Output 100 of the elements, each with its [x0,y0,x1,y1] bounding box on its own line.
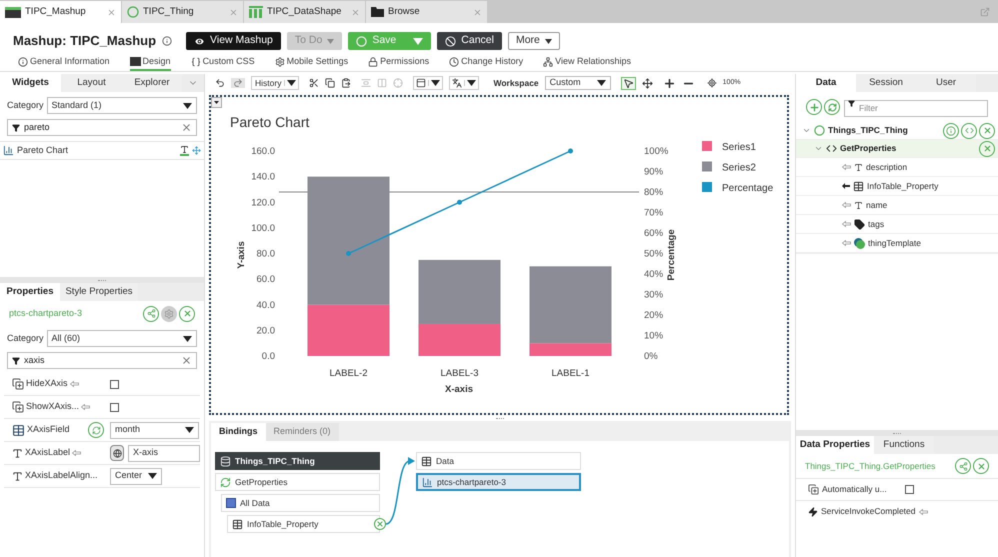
checkbox[interactable] [905,485,914,494]
filter-field[interactable]: Filter [844,100,988,116]
point [457,200,462,205]
paste-icon[interactable] [341,78,352,88]
close-icon[interactable] [979,122,995,138]
panel-tab[interactable]: Bindings [211,423,266,441]
binding-target-node[interactable]: ptcs-chartpareto-3 [416,473,581,491]
dropdown-field[interactable]: All (60) [46,330,197,347]
toolbar-button[interactable]: View Mashup [186,32,281,50]
dropdown-field[interactable]: month [110,422,199,438]
text-field[interactable]: X-axis [128,444,200,462]
arrow-icon [81,404,90,410]
history-dropdown[interactable]: History [251,76,300,90]
help-icon[interactable] [162,36,172,46]
toolbar-button[interactable]: More [508,32,560,50]
binding-source-node[interactable]: Things_TIPC_Thing [215,452,380,470]
dropdown-field[interactable]: Custom [544,76,611,90]
property-label: XAxisLabel [25,446,70,460]
refresh-icon[interactable] [88,422,104,438]
close-icon[interactable] [473,8,482,16]
nav-tab[interactable]: Change History [449,56,524,71]
clear-icon[interactable] [181,122,192,133]
close-icon[interactable] [979,140,995,156]
binding-source-node[interactable]: InfoTable_Property [227,515,380,533]
binding-source-node[interactable]: GetProperties [215,473,380,491]
panel-tab[interactable]: Data Properties [796,436,874,454]
close-icon[interactable] [107,8,116,16]
table-icon [853,180,864,192]
dropdown-field[interactable]: Center [110,468,162,484]
columns-icon[interactable] [377,78,388,88]
bindable-icon [12,378,24,390]
panel-tab[interactable]: Properties [0,283,60,301]
pan-icon[interactable] [642,78,653,88]
close-icon[interactable] [973,458,989,474]
copy-icon[interactable] [325,78,336,88]
axis-tick-label: 40% [644,269,664,280]
nav-tab[interactable]: Design [130,56,171,71]
info-icon[interactable] [943,122,959,138]
tree-row[interactable]: Things_TIPC_Thing [796,122,998,140]
move-icon[interactable] [192,146,201,155]
nav-tab[interactable]: Permissions [368,56,430,71]
bindable-icon [12,401,24,413]
close-icon[interactable] [351,8,360,16]
template-icon [854,238,865,248]
document-tab[interactable]: TIPC_DataShape [244,1,365,23]
nav-tab[interactable]: View Relationships [543,56,632,71]
panel-tab[interactable]: Reminders (0) [266,423,339,441]
axis-tick-label: 80% [644,187,664,198]
share-icon[interactable] [955,458,971,474]
toolbar-button[interactable]: Cancel [437,32,502,50]
search-field[interactable]: pareto [7,119,197,136]
external-link-icon[interactable] [980,7,990,17]
clear-icon[interactable] [181,355,192,366]
caret-icon [431,80,440,86]
panel-tab[interactable]: Data [796,74,856,92]
document-tab[interactable]: TIPC_Mashup [0,1,121,23]
document-tab[interactable]: TIPC_Thing [122,1,243,23]
window-icon [5,6,21,18]
chevron-down-icon[interactable] [814,144,823,153]
widget-menu-button[interactable] [211,97,222,108]
code-icon[interactable] [961,122,977,138]
select-tool-button[interactable] [620,76,636,90]
nav-tab[interactable]: Mobile Settings [274,56,348,71]
tree-row[interactable]: GetProperties [796,140,998,158]
checkbox[interactable] [110,402,119,412]
dropdown-field[interactable]: Standard (1) [46,97,197,114]
binding-target-node[interactable]: Data [416,452,581,470]
binding-source-node[interactable]: All Data [221,494,380,512]
nav-tab[interactable]: General Information [18,56,110,71]
align-icon[interactable] [361,78,372,88]
crosshair-icon[interactable] [393,78,404,88]
settings-icon[interactable] [161,306,177,322]
eye-icon [194,36,206,46]
undo-icon[interactable] [215,78,225,88]
center-icon[interactable] [706,78,717,88]
close-icon[interactable] [229,8,238,16]
search-field[interactable]: xaxis [7,352,197,369]
widget-list-item[interactable]: Pareto Chart [0,142,204,159]
axis-tick-label: 30% [644,290,664,300]
cut-icon[interactable] [309,78,320,88]
add-icon[interactable] [806,99,822,115]
refresh-icon[interactable] [824,99,840,115]
chevron-down-icon[interactable] [802,126,811,135]
nav-tab[interactable]: Custom CSS [190,56,255,71]
unbind-icon[interactable] [374,518,386,530]
redo-button[interactable] [231,78,245,88]
close-icon[interactable] [179,306,195,322]
chart-title: Pareto Chart [230,114,310,130]
share-icon[interactable] [143,306,159,322]
localize-button[interactable] [110,445,124,461]
document-tab[interactable]: Browse [366,1,487,23]
legend-swatch [702,162,712,172]
axis-tick-label: 120.0 [251,197,275,208]
layout-dropdown[interactable] [413,76,444,90]
checkbox[interactable] [110,380,119,388]
panel-tab[interactable]: Widgets [0,74,61,92]
zoom-in-icon[interactable] [662,76,676,90]
axis-tick-label: 60% [644,228,664,239]
language-dropdown[interactable] [449,76,480,90]
category-label: LABEL-1 [551,368,590,379]
